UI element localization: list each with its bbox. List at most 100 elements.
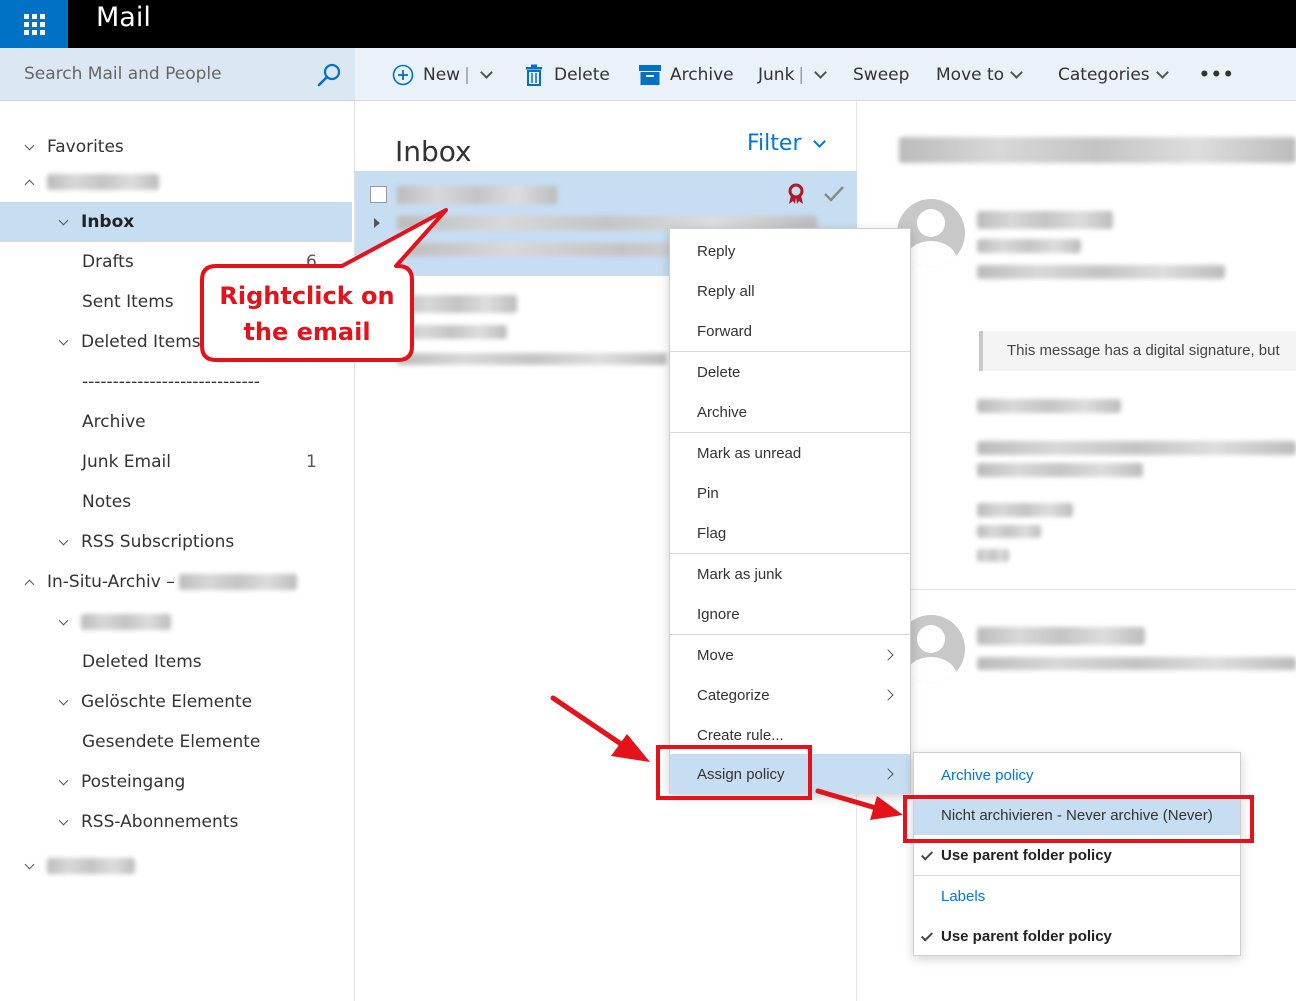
redacted-body-line (977, 463, 1143, 477)
caret-down-icon (58, 215, 69, 225)
checkmark-icon[interactable] (823, 185, 845, 203)
account-header[interactable] (0, 162, 352, 202)
menu-forward[interactable]: Forward (670, 311, 910, 351)
redacted-sender-name (977, 211, 1113, 229)
menu-pin[interactable]: Pin (670, 473, 910, 513)
redacted-sender-name-2 (977, 627, 1145, 645)
trash-icon (526, 64, 542, 86)
drafts-count: 6 (306, 252, 317, 272)
chevron-right-icon (882, 689, 894, 701)
menu-move-label: Move (697, 646, 734, 664)
message-checkbox[interactable] (370, 186, 387, 203)
use-parent-label: Use parent folder policy (941, 846, 1112, 864)
move-to-button[interactable]: Move to (936, 48, 1023, 101)
expand-arrow-icon[interactable] (374, 218, 380, 228)
menu-archive[interactable]: Archive (670, 392, 910, 432)
command-toolbar: New | Delete Archive Junk | Sweep Move t… (355, 48, 1296, 101)
menu-flag[interactable]: Flag (670, 513, 910, 553)
redacted-body-line (977, 525, 1041, 538)
caret-down-icon (24, 859, 35, 869)
junk-button[interactable]: Junk | (758, 48, 828, 101)
menu-reply[interactable]: Reply (670, 231, 910, 271)
archive-box-icon (639, 64, 661, 85)
insitu-archive-header[interactable]: In-Situ-Archiv – (0, 562, 352, 602)
chevron-down-icon[interactable] (479, 65, 493, 79)
delete-button[interactable]: Delete (525, 48, 610, 101)
filter-button[interactable]: Filter (747, 131, 827, 156)
junk-count: 1 (306, 452, 317, 472)
caret-down-icon (58, 775, 69, 785)
menu-categorize[interactable]: Categorize (670, 675, 910, 715)
favorites-label: Favorites (47, 137, 124, 157)
caret-down-icon (24, 140, 35, 150)
more-options-button[interactable]: ••• (1199, 48, 1235, 101)
folder-rss-abonnements[interactable]: RSS-Abonnements (0, 802, 352, 842)
redacted-recipients (977, 265, 1225, 279)
menu-delete[interactable]: Delete (670, 352, 910, 392)
archive-button[interactable]: Archive (639, 48, 734, 101)
labels-header: Labels (941, 887, 986, 905)
caret-up-icon (24, 579, 35, 589)
caret-up-icon (24, 179, 35, 189)
chevron-down-icon (813, 134, 827, 148)
menu-mark-unread[interactable]: Mark as unread (670, 433, 910, 473)
folder-inbox[interactable]: Inbox (0, 202, 352, 242)
certificate-icon (788, 183, 804, 204)
folder-inbox-label: Inbox (81, 212, 135, 232)
folder-posteingang-label: Posteingang (81, 772, 186, 792)
folder-redacted[interactable] (0, 602, 352, 642)
favorites-header[interactable]: Favorites (0, 127, 352, 167)
folder-separator[interactable]: ----------------------------- (0, 362, 352, 402)
checkmark-icon (920, 929, 934, 942)
chevron-right-icon (882, 649, 894, 661)
folder-archive[interactable]: Archive (0, 402, 352, 442)
caret-down-icon (58, 695, 69, 705)
search-icon[interactable] (316, 62, 342, 88)
folder-posteingang[interactable]: Posteingang (0, 762, 352, 802)
folder-rss-label: RSS Subscriptions (81, 532, 235, 552)
redacted-subject-2 (397, 325, 507, 339)
folder-pane: Favorites Inbox Drafts 6 Sent Items Dele… (0, 101, 355, 1001)
account-header-2[interactable] (0, 846, 352, 886)
folder-drafts-label: Drafts (82, 252, 134, 272)
search-input[interactable]: Search Mail and People (24, 64, 222, 84)
archive-policy-header: Archive policy (941, 766, 1034, 784)
move-to-label: Move to (936, 64, 1005, 85)
app-launcher-button[interactable] (0, 0, 68, 48)
redacted-body-line (977, 441, 1296, 455)
menu-reply-all[interactable]: Reply all (670, 271, 910, 311)
folder-notes[interactable]: Notes (0, 482, 352, 522)
folder-gesendete[interactable]: Gesendete Elemente (0, 722, 352, 762)
caret-down-icon (58, 815, 69, 825)
policy-use-parent-labels[interactable]: Use parent folder policy (914, 916, 1240, 956)
folder-geloeschte[interactable]: Gelöschte Elemente (0, 682, 352, 722)
menu-move[interactable]: Move (670, 635, 910, 675)
new-button[interactable]: New | (392, 48, 493, 101)
chevron-down-icon[interactable] (814, 65, 828, 79)
folder-junk-label: Junk Email (82, 452, 171, 472)
folder-geloeschte-label: Gelöschte Elemente (81, 692, 253, 712)
folder-junk[interactable]: Junk Email 1 (0, 442, 352, 482)
folder-rss[interactable]: RSS Subscriptions (0, 522, 352, 562)
menu-ignore[interactable]: Ignore (670, 594, 910, 634)
callout-text: Rightclick on the email (206, 270, 408, 358)
highlight-assign-policy (656, 745, 812, 800)
chevron-right-icon (882, 768, 894, 780)
categories-button[interactable]: Categories (1058, 48, 1169, 101)
search-box[interactable]: Search Mail and People (0, 48, 355, 101)
redacted-archive-name (178, 574, 297, 590)
sweep-button[interactable]: Sweep (853, 48, 909, 101)
chevron-down-icon (1155, 65, 1169, 79)
redacted-preview-3 (977, 657, 1296, 670)
waffle-icon (23, 13, 45, 35)
menu-mark-junk[interactable]: Mark as junk (670, 554, 910, 594)
redacted-sender-line (977, 239, 1081, 253)
folder-deleted-label: Deleted Items (81, 332, 201, 352)
redacted-body-line (977, 503, 1073, 517)
folder-deleted-archive[interactable]: Deleted Items (0, 642, 352, 682)
checkmark-icon (920, 848, 934, 861)
top-bar: Mail (0, 0, 1296, 48)
junk-label: Junk (758, 64, 795, 85)
redacted-body-line (977, 399, 1121, 413)
signature-notice: This message has a digital signature, bu… (979, 331, 1296, 371)
